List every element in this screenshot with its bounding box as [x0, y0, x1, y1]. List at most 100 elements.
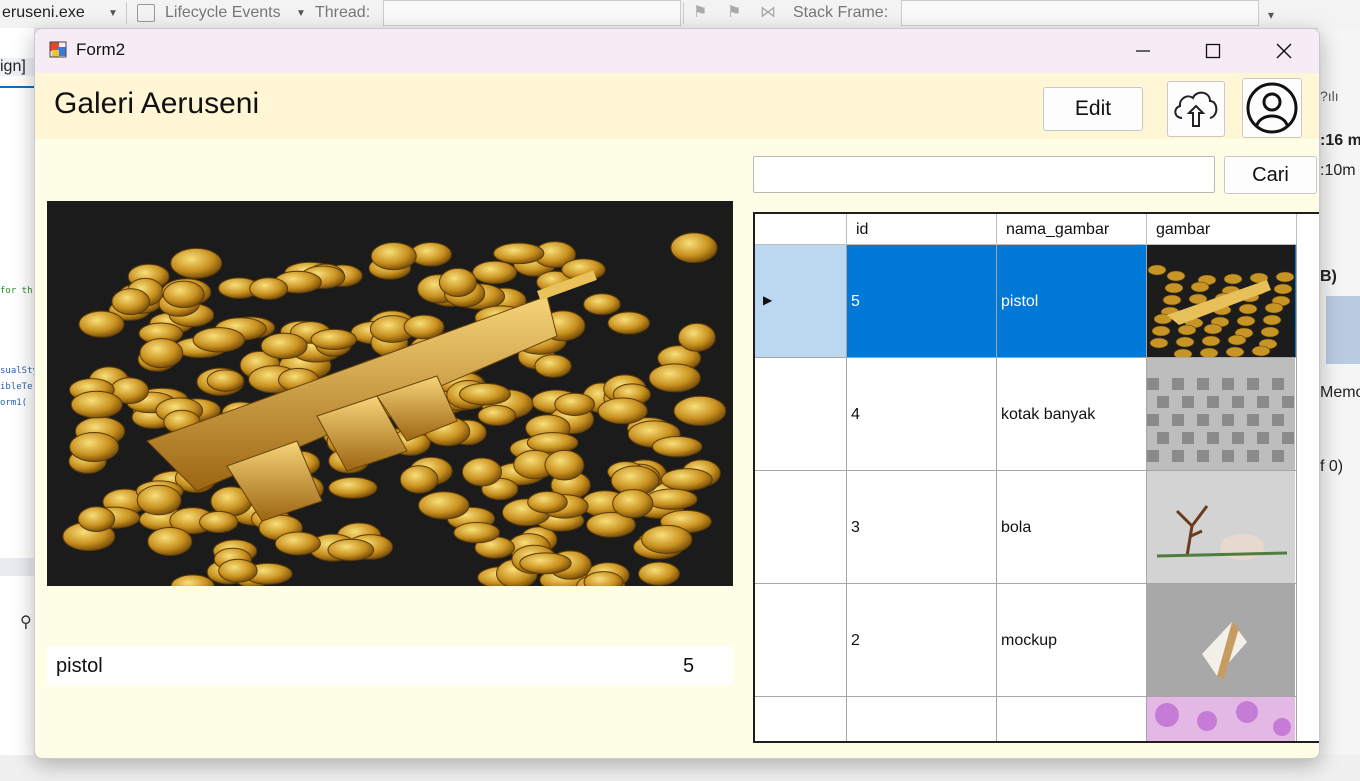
- coin: [139, 338, 184, 369]
- mockup-card-thumbnail: [1147, 584, 1295, 696]
- lifecycle-events-dropdown[interactable]: Lifecycle Events: [165, 2, 281, 24]
- app-header: Galeri Aeruseni Edit: [35, 73, 1319, 139]
- coin: [637, 561, 681, 586]
- app-icon: [49, 41, 67, 58]
- close-button[interactable]: [1252, 29, 1316, 73]
- coin: [612, 489, 654, 519]
- code-line: for th: [0, 286, 33, 296]
- coin: [260, 332, 308, 360]
- coin: [544, 449, 585, 481]
- column-header-gambar[interactable]: gambar: [1147, 214, 1297, 245]
- cell-gambar[interactable]: [1147, 697, 1297, 741]
- thread-dropdown[interactable]: [383, 0, 681, 26]
- search-button[interactable]: Cari: [1224, 156, 1317, 194]
- coin: [78, 310, 125, 338]
- pink-flowers-thumbnail: [1147, 697, 1295, 741]
- coin: [111, 288, 150, 316]
- gold-pistol-thumbnail: [1147, 245, 1295, 357]
- coin: [370, 242, 417, 271]
- flag-icon[interactable]: ⚑: [693, 2, 707, 22]
- search-input[interactable]: [753, 156, 1215, 193]
- row-header[interactable]: [755, 358, 847, 471]
- editor-tab[interactable]: ign]: [0, 58, 26, 76]
- chevron-down-icon[interactable]: ▼: [108, 8, 118, 19]
- coin: [660, 468, 713, 491]
- process-dropdown[interactable]: eruseni.exe: [0, 2, 122, 24]
- coin: [418, 491, 470, 520]
- row-header[interactable]: [755, 471, 847, 584]
- cell-id-text: 5: [851, 293, 860, 310]
- memory-tab[interactable]: Memo: [1320, 384, 1360, 402]
- row-header[interactable]: [755, 584, 847, 697]
- coin: [459, 382, 511, 406]
- profile-button[interactable]: [1242, 78, 1302, 138]
- minimize-icon: [1136, 50, 1150, 52]
- elapsed-time: :16 m: [1320, 132, 1360, 149]
- maximize-button[interactable]: [1181, 29, 1245, 73]
- search-icon[interactable]: ⚲: [20, 612, 32, 632]
- column-header-id[interactable]: id: [847, 214, 997, 245]
- cell-nama-gambar[interactable]: [997, 697, 1147, 741]
- cell-nama-gambar[interactable]: bola: [997, 471, 1147, 584]
- coin: [70, 390, 123, 419]
- active-tab-indicator: [0, 86, 34, 88]
- minimize-button[interactable]: [1111, 29, 1175, 73]
- coin: [453, 521, 500, 544]
- cell-id[interactable]: 4: [847, 358, 997, 471]
- cell-gambar[interactable]: [1147, 471, 1297, 584]
- memory-graph: [1326, 296, 1360, 364]
- column-header-nama-gambar[interactable]: nama_gambar: [997, 214, 1147, 245]
- coin: [670, 232, 718, 264]
- code-line: orm1(: [0, 398, 28, 408]
- row-header[interactable]: [755, 697, 847, 741]
- flag-all-icon[interactable]: ⚑: [727, 2, 741, 22]
- edit-button[interactable]: Edit: [1043, 87, 1143, 131]
- coin: [597, 397, 648, 425]
- cell-id[interactable]: [847, 697, 997, 741]
- memory-size: B): [1320, 268, 1337, 285]
- coin: [147, 526, 193, 556]
- cell-id[interactable]: 3: [847, 471, 997, 584]
- coin: [69, 431, 120, 463]
- code-line: ibleTe: [0, 382, 33, 392]
- cell-nama-gambar-text: mockup: [1001, 632, 1058, 649]
- coin: [399, 465, 439, 494]
- stack-frame-label: Stack Frame:: [793, 4, 889, 21]
- toolbar-separator: [126, 2, 127, 24]
- coin: [554, 392, 595, 416]
- coin: [77, 506, 116, 532]
- cell-id-text: 4: [851, 406, 860, 423]
- coin: [472, 260, 518, 285]
- row-header[interactable]: ▶: [755, 245, 847, 358]
- coin: [641, 524, 693, 554]
- filter-icon[interactable]: ⋈: [760, 2, 776, 22]
- upload-button[interactable]: [1167, 81, 1225, 137]
- coin: [438, 267, 477, 298]
- cell-gambar[interactable]: [1147, 245, 1297, 358]
- cell-nama-gambar[interactable]: kotak banyak: [997, 358, 1147, 471]
- title-bar[interactable]: Form2: [35, 29, 1319, 73]
- coin: [328, 476, 378, 499]
- cell-gambar[interactable]: [1147, 358, 1297, 471]
- cell-nama-gambar[interactable]: pistol: [997, 245, 1147, 358]
- current-row-arrow-icon: ▶: [763, 293, 773, 307]
- table-corner-header[interactable]: [755, 214, 847, 245]
- stack-frame-dropdown[interactable]: [901, 0, 1259, 26]
- cell-gambar[interactable]: [1147, 584, 1297, 697]
- coin: [645, 488, 698, 510]
- coin: [477, 405, 517, 427]
- chart-icon[interactable]: ?ılı: [1320, 88, 1339, 104]
- coin: [461, 457, 502, 487]
- cell-nama-gambar[interactable]: mockup: [997, 584, 1147, 697]
- coin: [249, 277, 289, 301]
- chevron-down-icon[interactable]: ▼: [296, 8, 306, 19]
- gray-boxes-thumbnail: [1147, 358, 1295, 470]
- page-title: Galeri Aeruseni: [54, 87, 260, 120]
- cell-id[interactable]: 5: [847, 245, 997, 358]
- ide-code-editor: ign] for th sualSty ibleTe orm1( ⚲: [0, 28, 35, 781]
- cell-id[interactable]: 2: [847, 584, 997, 697]
- overflow-icon[interactable]: ▾: [1268, 8, 1274, 22]
- coin: [648, 363, 701, 393]
- coin: [199, 510, 239, 534]
- gallery-table[interactable]: id nama_gambar gambar ▶ 5 pistol 4 kotak ban…: [753, 212, 1319, 743]
